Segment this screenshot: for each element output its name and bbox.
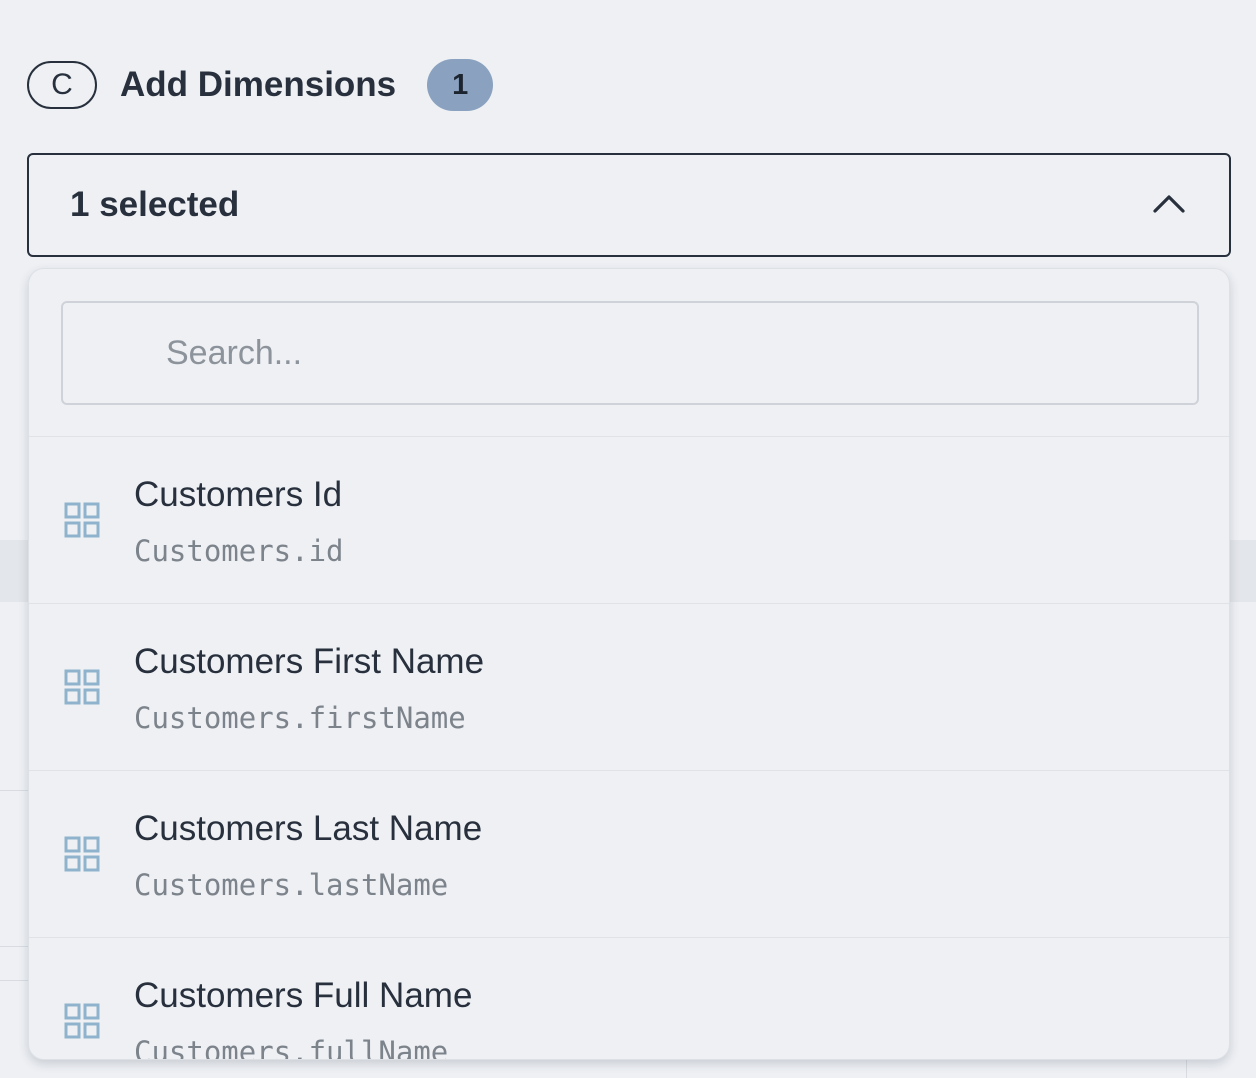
dimension-grid-icon bbox=[64, 836, 100, 872]
selected-count-badge: 1 bbox=[427, 59, 494, 111]
option-key: Customers.fullName bbox=[134, 1035, 449, 1060]
section-header: C Add Dimensions 1 bbox=[27, 59, 494, 111]
option-key: Customers.lastName bbox=[134, 868, 449, 902]
search-input[interactable] bbox=[61, 301, 1199, 405]
chevron-up-icon[interactable] bbox=[1151, 191, 1187, 217]
dimension-grid-icon bbox=[64, 1003, 100, 1039]
underlying-divider bbox=[0, 980, 28, 981]
step-badge: C bbox=[27, 61, 97, 109]
dimensions-dropdown-panel: Customers Id Customers.id Customers Firs… bbox=[28, 268, 1230, 1060]
option-customers-last-name[interactable]: Customers Last Name Customers.lastName bbox=[29, 770, 1229, 937]
dimension-grid-icon bbox=[64, 502, 100, 538]
select-value: 1 selected bbox=[70, 185, 240, 224]
option-key: Customers.firstName bbox=[134, 701, 466, 735]
section-title: Add Dimensions bbox=[120, 65, 397, 104]
underlying-divider bbox=[0, 790, 28, 791]
option-title: Customers First Name bbox=[134, 642, 485, 681]
option-title: Customers Full Name bbox=[134, 976, 473, 1015]
underlying-divider bbox=[0, 946, 28, 947]
dimension-grid-icon bbox=[64, 669, 100, 705]
option-customers-first-name[interactable]: Customers First Name Customers.firstName bbox=[29, 603, 1229, 770]
option-title: Customers Last Name bbox=[134, 809, 483, 848]
option-customers-id[interactable]: Customers Id Customers.id bbox=[29, 436, 1229, 603]
option-customers-full-name[interactable]: Customers Full Name Customers.fullName bbox=[29, 937, 1229, 1060]
dimensions-select[interactable]: 1 selected bbox=[27, 153, 1231, 257]
option-key: Customers.id bbox=[134, 534, 344, 568]
option-title: Customers Id bbox=[134, 475, 343, 514]
